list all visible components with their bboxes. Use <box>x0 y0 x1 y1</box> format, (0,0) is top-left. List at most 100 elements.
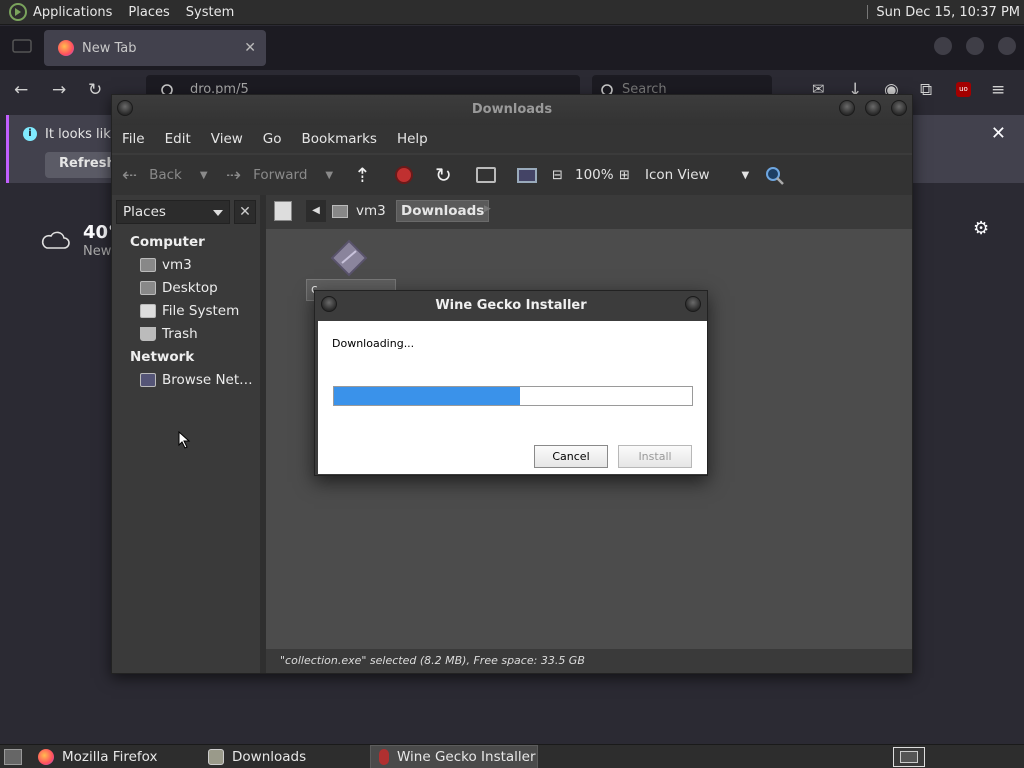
path-button-vm3[interactable]: vm3 <box>332 200 386 222</box>
sidebar-type-label: Places <box>123 204 166 220</box>
hamburger-menu-icon[interactable]: ≡ <box>991 80 1005 100</box>
view-mode-select[interactable]: Icon View ▼ <box>645 155 749 195</box>
menu-applications[interactable]: Applications <box>33 5 112 20</box>
menu-go[interactable]: Go <box>263 131 282 147</box>
sidebar-item-label: Desktop <box>162 280 218 296</box>
firefox-tab[interactable]: New Tab ✕ <box>44 30 266 66</box>
progress-fill <box>334 387 521 405</box>
panel-clock[interactable]: Sun Dec 15, 10:37 PM <box>876 5 1020 20</box>
sidebar-section-network: Network <box>130 349 195 365</box>
path-scroll-right-icon[interactable]: ▶ <box>484 204 491 214</box>
status-bar: "collection.exe" selected (8.2 MB), Free… <box>266 649 912 673</box>
minimize-button[interactable] <box>839 100 855 116</box>
forward-history-dropdown-icon[interactable]: ▼ <box>325 170 333 181</box>
show-desktop-icon[interactable] <box>4 749 22 765</box>
sidebar-item-label: File System <box>162 303 240 319</box>
notification-text: It looks like <box>45 127 119 142</box>
menu-view[interactable]: View <box>211 131 243 147</box>
path-scroll-left-icon[interactable]: ◀ <box>306 200 326 222</box>
firefox-minimize-button[interactable] <box>934 37 952 55</box>
chevron-down-icon <box>213 210 223 216</box>
cloud-icon <box>41 231 70 249</box>
file-item[interactable] <box>330 239 368 277</box>
network-icon <box>140 373 156 387</box>
sidebar-close-icon[interactable]: ✕ <box>234 200 256 224</box>
taskbar-item-label: Downloads <box>232 749 307 765</box>
taskbar-item-downloads[interactable]: Downloads <box>200 745 362 768</box>
menu-places[interactable]: Places <box>128 5 169 20</box>
workspace-switcher[interactable] <box>893 747 925 767</box>
zoom-out-icon[interactable]: ⊟ <box>552 155 563 195</box>
reload-icon[interactable]: ↻ <box>435 155 452 195</box>
path-button-downloads[interactable]: Downloads <box>396 200 490 222</box>
back-button[interactable]: ⇠ Back ▼ <box>122 155 208 195</box>
gear-icon[interactable]: ⚙ <box>973 218 989 239</box>
tab-overview-icon[interactable] <box>12 38 32 54</box>
dialog-close-button[interactable] <box>685 296 701 312</box>
cancel-button[interactable]: Cancel <box>534 445 608 468</box>
zoom-in-icon[interactable]: ⊞ <box>619 155 630 195</box>
download-status-text: Downloading... <box>332 337 415 350</box>
sidebar-item-browse-network[interactable]: Browse Net… <box>140 372 253 388</box>
sidebar-item-desktop[interactable]: Desktop <box>140 280 218 296</box>
zoom-level[interactable]: 100% <box>575 155 614 195</box>
close-button[interactable] <box>891 100 907 116</box>
home-folder-icon <box>332 204 348 218</box>
taskbar-item-wine-gecko[interactable]: Wine Gecko Installer <box>370 745 538 768</box>
panel-separator <box>867 5 869 19</box>
forward-arrow-icon: ⇢ <box>226 164 242 186</box>
sidebar-item-vm3[interactable]: vm3 <box>140 257 192 273</box>
notification-close-icon[interactable]: ✕ <box>991 123 1006 144</box>
file-manager-titlebar[interactable]: Downloads <box>112 95 912 125</box>
home-icon[interactable] <box>476 155 496 195</box>
mate-menu-icon[interactable] <box>9 3 27 21</box>
mouse-cursor-icon <box>178 431 191 449</box>
view-mode-label: Icon View <box>645 167 710 183</box>
dialog-menu-button[interactable] <box>321 296 337 312</box>
computer-icon[interactable] <box>517 155 537 195</box>
install-button[interactable]: Install <box>618 445 692 468</box>
drive-icon <box>140 304 156 318</box>
reload-icon[interactable]: ↻ <box>88 80 102 100</box>
menu-bookmarks[interactable]: Bookmarks <box>302 131 377 147</box>
sidebar-item-label: Trash <box>162 326 198 342</box>
forward-arrow-icon[interactable]: → <box>52 80 66 100</box>
taskbar-item-label: Wine Gecko Installer <box>397 749 536 765</box>
sidebar-type-select[interactable]: Places <box>116 200 230 224</box>
download-progress-bar <box>333 386 693 406</box>
back-history-dropdown-icon[interactable]: ▼ <box>200 170 208 181</box>
maximize-button[interactable] <box>865 100 881 116</box>
dialog-body: Downloading... Cancel Install <box>318 321 707 474</box>
sidebar-item-label: vm3 <box>162 257 192 273</box>
forward-button[interactable]: ⇢ Forward ▼ <box>226 155 333 195</box>
window-title: Downloads <box>471 102 553 117</box>
menu-system[interactable]: System <box>186 5 234 20</box>
search-icon[interactable] <box>764 165 786 187</box>
ublock-icon[interactable]: uo <box>956 82 971 97</box>
tab-close-icon[interactable]: ✕ <box>244 40 256 56</box>
menubar: File Edit View Go Bookmarks Help <box>112 125 912 153</box>
firefox-close-button[interactable] <box>998 37 1016 55</box>
dialog-titlebar[interactable]: Wine Gecko Installer <box>315 291 707 321</box>
sidebar-item-trash[interactable]: Trash <box>140 326 198 342</box>
folder-icon <box>208 749 224 765</box>
menu-help[interactable]: Help <box>397 131 428 147</box>
firefox-maximize-button[interactable] <box>966 37 984 55</box>
taskbar-item-firefox[interactable]: Mozilla Firefox <box>30 745 192 768</box>
extensions-icon[interactable]: ⧉ <box>920 80 932 100</box>
edit-location-icon[interactable] <box>274 201 292 221</box>
executable-file-icon <box>330 239 368 277</box>
menu-file[interactable]: File <box>122 131 145 147</box>
sidebar-item-filesystem[interactable]: File System <box>140 303 239 319</box>
firefox-favicon-icon <box>58 40 74 56</box>
stop-icon[interactable] <box>395 155 413 195</box>
back-arrow-icon: ⇠ <box>122 164 138 186</box>
window-menu-button[interactable] <box>117 100 133 116</box>
up-arrow-icon[interactable]: ⇡ <box>354 155 371 195</box>
workspace-window-icon <box>900 751 918 763</box>
path-bar: ◀ vm3 Downloads ▶ <box>266 195 912 229</box>
sidebar-section-computer: Computer <box>130 234 205 250</box>
home-folder-icon <box>140 258 156 272</box>
menu-edit[interactable]: Edit <box>165 131 191 147</box>
back-arrow-icon[interactable]: ← <box>14 80 28 100</box>
